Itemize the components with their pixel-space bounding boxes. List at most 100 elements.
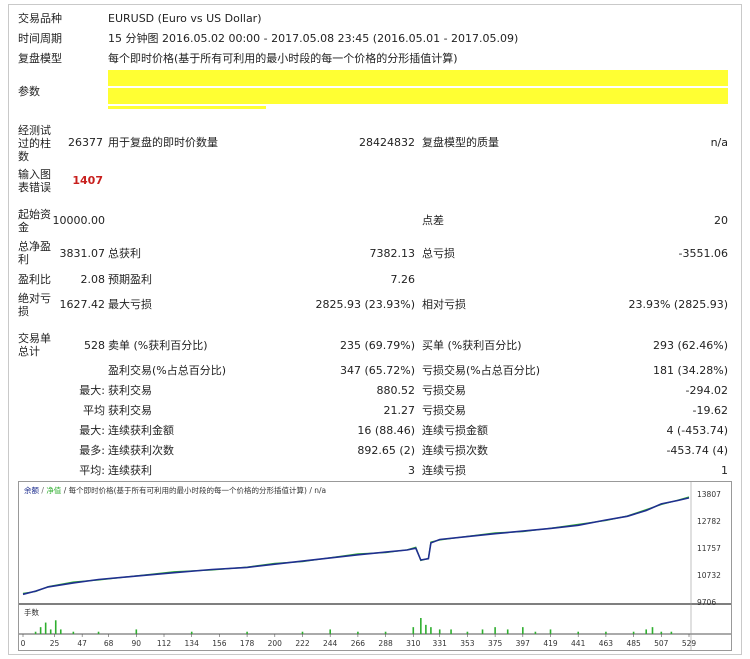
errors-value: 1407 [72,174,103,187]
stat-row-1-right-value: -19.62 [692,404,728,417]
grossloss-label: 总亏损 [422,247,455,260]
stat-row-2-left-value: 16 (88.46) [357,424,415,437]
profit-trades-label: 盈利交易(%占总百分比) [108,364,227,377]
stat-row-4-left-value: 3 [408,464,415,477]
x-tick-label: 222 [295,639,310,648]
stat-row-1-left-value: 21.27 [383,404,416,417]
chart-grid [19,482,731,650]
x-tick-label: 90 [132,639,142,648]
volume-bar [430,627,432,634]
long-value: 293 (62.46%) [652,339,728,352]
params-redacted-line-2 [108,88,728,104]
x-tick-label: 529 [682,639,697,648]
volume-bar [466,631,469,634]
volume-bar [481,629,484,634]
x-tick-label: 134 [185,639,200,648]
volume-bar [97,631,100,634]
volume-bar [494,627,496,634]
x-tick-label: 244 [323,639,338,648]
x-tick-label: 288 [378,639,393,648]
quality-value: n/a [710,136,728,149]
volume-bar [534,631,537,634]
stat-row-4-right-value: 1 [721,464,728,477]
pf-value: 2.08 [80,273,106,286]
legend-rest: / 每个即时价格(基于所有可利用的最小时段的每一个价格的分形插值计算) / n/… [64,485,326,495]
x-tick-label: 441 [571,639,586,648]
y-tick-label: 10732 [697,571,721,580]
x-tick-label: 397 [516,639,531,648]
chart-x-axis: 0 25 47 68 90 112 134 156 178 200 222 244 266 288 310 3… [21,634,697,648]
stat-row-1-left-label: 获利交易 [108,404,152,417]
params-redacted-line-1 [108,70,728,86]
x-tick-label: 310 [406,639,421,648]
payoff-label: 预期盈利 [108,273,152,286]
x-tick-label: 47 [77,639,87,648]
x-tick-label: 375 [488,639,503,648]
stat-row-0-right-label: 亏损交易 [422,384,466,397]
symbol-value: EURUSD (Euro vs US Dollar) [108,12,262,25]
y-tick-label: 9706 [697,598,716,607]
equity-line [22,496,690,594]
netprofit-value: 3831.07 [59,247,106,260]
grossprofit-value: 7382.13 [369,247,416,260]
maxdd-label: 最大亏损 [108,298,152,311]
stat-row-2-left-label: 连续获利金额 [108,424,174,437]
stat-row-1-prefix: 平均 [83,404,105,417]
volume-bar [651,627,654,634]
volume-label: 手数 [24,607,39,617]
stat-row-0-prefix: 最大: [79,384,105,397]
stat-row-3-right-value: -453.74 (4) [666,444,728,457]
model-value: 每个即时价格(基于所有可利用的最小时段的每一个价格的分形插值计算) [108,52,458,65]
model-label: 复盘模型 [18,52,62,65]
spread-value: 20 [714,214,728,227]
y-tick-label: 12782 [697,517,721,526]
stat-row-3-left-label: 连续获利次数 [108,444,174,457]
legend-balance: 余额 [24,485,39,495]
volume-bar [605,631,607,634]
volume-bar [506,629,509,634]
params-label: 参数 [18,85,40,98]
volume-bars [34,618,673,634]
x-tick-label: 419 [543,639,558,648]
x-tick-label: 463 [599,639,614,648]
report-page: 交易品种 EURUSD (Euro vs US Dollar) 时间周期 15 … [0,0,750,659]
volume-bar [357,631,359,634]
volume-bar [49,629,52,634]
deposit-value: 10000.00 [52,214,106,227]
reldd-label: 相对亏损 [422,298,466,311]
maxdd-value: 2825.93 (23.93%) [315,298,415,311]
quality-label: 复盘模型的质量 [422,136,499,149]
x-tick-label: 353 [460,639,475,648]
balance-chart-svg: 余额 / 净值 / 每个即时价格(基于所有可利用的最小时段的每一个价格的分形插值… [19,482,731,650]
grossprofit-label: 总获利 [108,247,141,260]
volume-bar [450,629,452,634]
x-tick-label: 112 [157,639,172,648]
short-value: 235 (69.79%) [339,339,415,352]
stat-row-4-right-label: 连续亏损 [422,464,466,477]
volume-bar [72,631,75,634]
short-label: 卖单 (%获利百分比) [108,339,208,352]
stat-row-4-prefix: 平均: [79,464,105,477]
balance-chart: 余额 / 净值 / 每个即时价格(基于所有可利用的最小时段的每一个价格的分形插值… [18,481,732,651]
symbol-label: 交易品种 [18,12,62,25]
long-label: 买单 (%获利百分比) [422,339,522,352]
period-value: 15 分钟图 2016.05.02 00:00 - 2017.05.08 23:… [108,32,519,45]
volume-bar [632,631,635,634]
stat-row-0-left-label: 获利交易 [108,384,152,397]
stat-row-3-left-value: 892.65 (2) [357,444,415,457]
absdd-value: 1627.42 [59,298,106,311]
volume-bar [39,627,42,634]
volume-bar [34,631,37,634]
stat-row-2-prefix: 最大: [79,424,105,437]
y-tick-label: 13807 [697,490,721,499]
volume-bar [660,631,663,634]
params-redacted-line-3 [108,106,266,109]
bars-value: 26377 [68,136,103,149]
payoff-value: 7.26 [390,273,416,286]
volume-bar [44,622,47,634]
x-tick-label: 68 [104,639,114,648]
period-label: 时间周期 [18,32,62,45]
legend-equity: 净值 [46,485,61,495]
volume-bar [246,631,248,634]
volume-bar [384,631,387,634]
